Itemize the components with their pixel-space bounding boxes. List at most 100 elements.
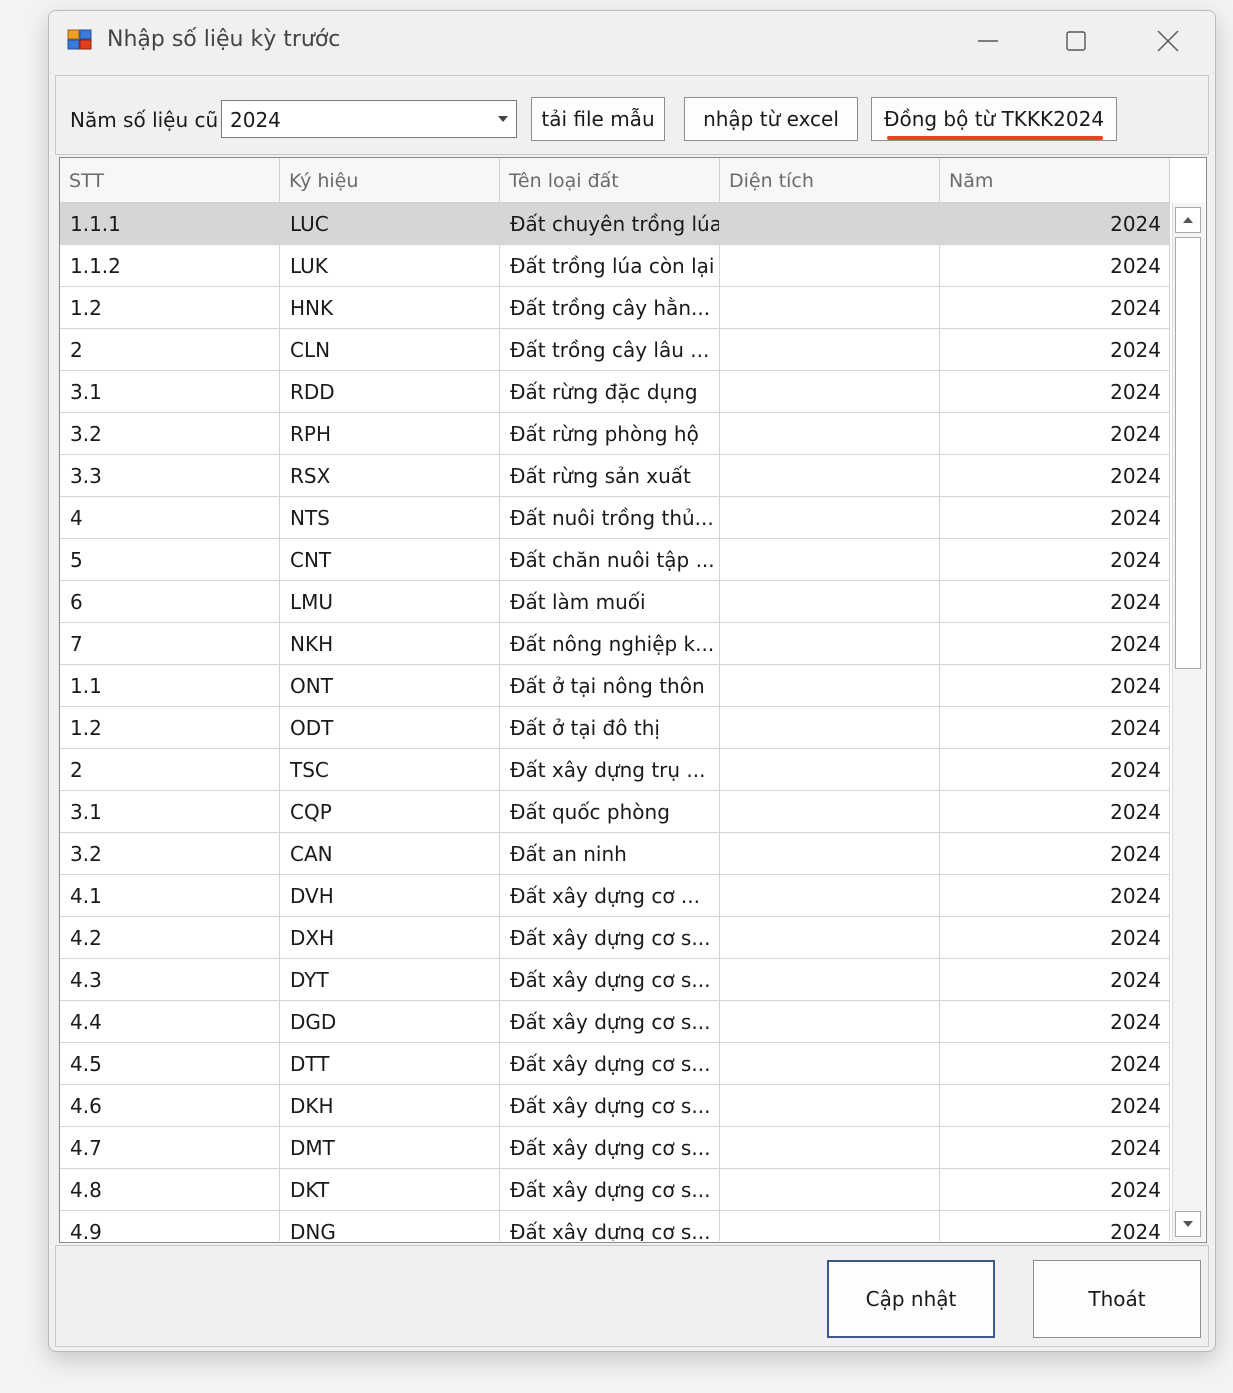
table-cell[interactable]: 2024 — [940, 581, 1170, 622]
table-cell[interactable]: 3.2 — [60, 833, 280, 874]
table-cell[interactable]: 2024 — [940, 1169, 1170, 1210]
table-cell[interactable]: DMT — [280, 1127, 500, 1168]
table-cell[interactable]: Đất xây dựng trụ ... — [500, 749, 720, 790]
table-cell[interactable]: 4.3 — [60, 959, 280, 1000]
maximize-button[interactable] — [1041, 19, 1111, 63]
table-cell[interactable] — [720, 1127, 940, 1168]
table-cell[interactable]: 1.2 — [60, 707, 280, 748]
table-cell[interactable]: 4.8 — [60, 1169, 280, 1210]
minimize-button[interactable] — [953, 19, 1023, 63]
table-cell[interactable]: 2024 — [940, 245, 1170, 286]
table-cell[interactable]: 2024 — [940, 497, 1170, 538]
table-row[interactable]: 5 CNT Đất chăn nuôi tập ... 2024 — [60, 539, 1170, 581]
table-cell[interactable]: Đất xây dựng cơ ... — [500, 875, 720, 916]
table-cell[interactable]: 3.1 — [60, 371, 280, 412]
table-cell[interactable]: CAN — [280, 833, 500, 874]
table-cell[interactable]: 4.7 — [60, 1127, 280, 1168]
table-row[interactable]: 4.5 DTT Đất xây dựng cơ s... 2024 — [60, 1043, 1170, 1085]
table-cell[interactable]: 4.1 — [60, 875, 280, 916]
table-cell[interactable] — [720, 539, 940, 580]
table-row[interactable]: 4.2 DXH Đất xây dựng cơ s... 2024 — [60, 917, 1170, 959]
table-cell[interactable]: 2024 — [940, 833, 1170, 874]
close-button[interactable] — [1133, 19, 1203, 63]
table-row[interactable]: 1.2 HNK Đất trồng cây hằn... 2024 — [60, 287, 1170, 329]
table-row[interactable]: 2 CLN Đất trồng cây lâu ... 2024 — [60, 329, 1170, 371]
table-row[interactable]: 4.8 DKT Đất xây dựng cơ s... 2024 — [60, 1169, 1170, 1211]
table-cell[interactable]: Đất xây dựng cơ s... — [500, 1085, 720, 1126]
table-cell[interactable] — [720, 497, 940, 538]
table-cell[interactable]: 2024 — [940, 665, 1170, 706]
table-cell[interactable]: RDD — [280, 371, 500, 412]
table-cell[interactable] — [720, 287, 940, 328]
table-cell[interactable]: 2 — [60, 329, 280, 370]
table-row[interactable]: 4.9 DNG Đất xây dựng cơ s... 2024 — [60, 1211, 1170, 1241]
table-cell[interactable]: ONT — [280, 665, 500, 706]
table-cell[interactable]: DVH — [280, 875, 500, 916]
table-row[interactable]: 3.1 RDD Đất rừng đặc dụng 2024 — [60, 371, 1170, 413]
table-row[interactable]: 3.2 CAN Đất an ninh 2024 — [60, 833, 1170, 875]
table-cell[interactable] — [720, 665, 940, 706]
table-cell[interactable]: 1.1.1 — [60, 203, 280, 244]
update-button[interactable]: Cập nhật — [827, 1260, 995, 1338]
table-cell[interactable]: Đất xây dựng cơ s... — [500, 1043, 720, 1084]
table-cell[interactable]: CLN — [280, 329, 500, 370]
table-cell[interactable]: 2024 — [940, 287, 1170, 328]
table-cell[interactable]: 1.1.2 — [60, 245, 280, 286]
table-cell[interactable] — [720, 413, 940, 454]
table-cell[interactable] — [720, 749, 940, 790]
table-cell[interactable]: Đất ở tại đô thị — [500, 707, 720, 748]
table-cell[interactable]: Đất xây dựng cơ s... — [500, 917, 720, 958]
import-excel-button[interactable]: nhập từ excel — [684, 97, 858, 141]
table-row[interactable]: 1.2 ODT Đất ở tại đô thị 2024 — [60, 707, 1170, 749]
table-cell[interactable]: Đất trồng cây hằn... — [500, 287, 720, 328]
table-cell[interactable] — [720, 875, 940, 916]
table-cell[interactable]: 2024 — [940, 1085, 1170, 1126]
table-cell[interactable]: 3.1 — [60, 791, 280, 832]
table-cell[interactable] — [720, 1043, 940, 1084]
table-row[interactable]: 3.1 CQP Đất quốc phòng 2024 — [60, 791, 1170, 833]
table-row[interactable]: 6 LMU Đất làm muối 2024 — [60, 581, 1170, 623]
table-cell[interactable]: 4.4 — [60, 1001, 280, 1042]
table-row[interactable]: 4.4 DGD Đất xây dựng cơ s... 2024 — [60, 1001, 1170, 1043]
table-cell[interactable]: 1.2 — [60, 287, 280, 328]
table-cell[interactable]: 4.2 — [60, 917, 280, 958]
table-cell[interactable]: DNG — [280, 1211, 500, 1241]
table-cell[interactable]: 2024 — [940, 329, 1170, 370]
table-cell[interactable]: 2024 — [940, 1211, 1170, 1241]
table-cell[interactable] — [720, 791, 940, 832]
table-cell[interactable]: Đất nuôi trồng thủ... — [500, 497, 720, 538]
table-cell[interactable]: LUC — [280, 203, 500, 244]
table-cell[interactable]: RSX — [280, 455, 500, 496]
table-row[interactable]: 4.7 DMT Đất xây dựng cơ s... 2024 — [60, 1127, 1170, 1169]
table-cell[interactable]: 5 — [60, 539, 280, 580]
table-cell[interactable] — [720, 455, 940, 496]
table-row[interactable]: 2 TSC Đất xây dựng trụ ... 2024 — [60, 749, 1170, 791]
table-cell[interactable]: Đất chăn nuôi tập ... — [500, 539, 720, 580]
table-cell[interactable] — [720, 245, 940, 286]
column-header[interactable]: Diện tích — [720, 158, 940, 202]
table-row[interactable]: 4.1 DVH Đất xây dựng cơ ... 2024 — [60, 875, 1170, 917]
table-cell[interactable]: 4.5 — [60, 1043, 280, 1084]
table-cell[interactable] — [720, 1085, 940, 1126]
table-cell[interactable] — [720, 959, 940, 1000]
table-cell[interactable]: Đất chuyên trồng lúa — [500, 203, 720, 244]
table-cell[interactable]: CQP — [280, 791, 500, 832]
table-cell[interactable] — [720, 581, 940, 622]
table-row[interactable]: 4.3 DYT Đất xây dựng cơ s... 2024 — [60, 959, 1170, 1001]
table-row[interactable]: 1.1.2 LUK Đất trồng lúa còn lại 2024 — [60, 245, 1170, 287]
sync-tkkk-button[interactable]: Đồng bộ từ TKKK2024 — [871, 97, 1117, 141]
table-cell[interactable]: 2024 — [940, 371, 1170, 412]
table-cell[interactable]: DGD — [280, 1001, 500, 1042]
table-cell[interactable]: Đất rừng sản xuất — [500, 455, 720, 496]
table-cell[interactable]: 2024 — [940, 917, 1170, 958]
table-cell[interactable]: LUK — [280, 245, 500, 286]
table-cell[interactable]: Đất ở tại nông thôn — [500, 665, 720, 706]
table-cell[interactable]: 2024 — [940, 1001, 1170, 1042]
table-cell[interactable]: DKT — [280, 1169, 500, 1210]
table-cell[interactable]: 2024 — [940, 539, 1170, 580]
table-cell[interactable]: CNT — [280, 539, 500, 580]
table-cell[interactable]: 2024 — [940, 203, 1170, 244]
table-cell[interactable]: Đất trồng lúa còn lại — [500, 245, 720, 286]
table-cell[interactable]: Đất xây dựng cơ s... — [500, 959, 720, 1000]
table-row[interactable]: 4.6 DKH Đất xây dựng cơ s... 2024 — [60, 1085, 1170, 1127]
